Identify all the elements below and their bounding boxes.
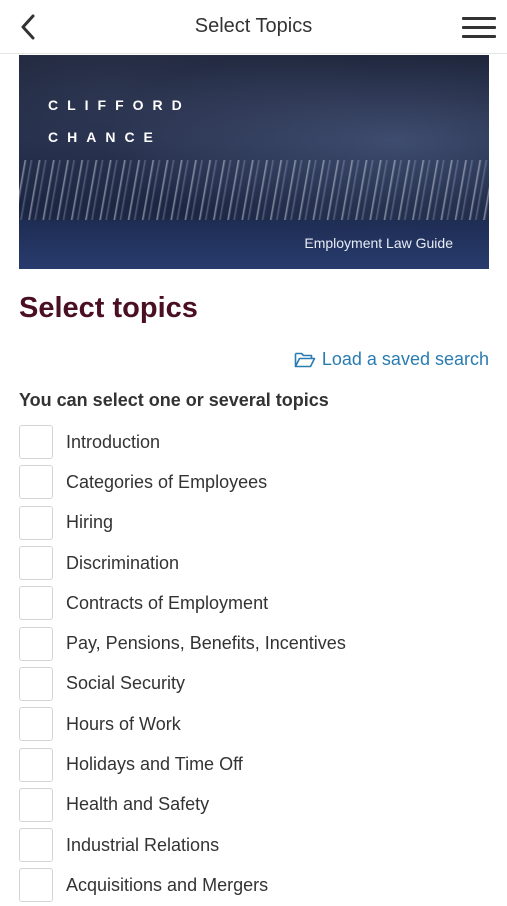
topic-checkbox[interactable] [19, 586, 53, 621]
topic-checkbox[interactable] [19, 425, 53, 460]
topic-checkbox[interactable] [19, 747, 53, 782]
topic-label: Categories of Employees [66, 471, 268, 492]
topic-checkbox[interactable] [19, 505, 53, 540]
topic-list: Introduction Categories of Employees Hir… [19, 422, 489, 906]
section-heading: Select topics [19, 292, 198, 324]
topic-label: Hours of Work [66, 713, 181, 734]
topic-label: Social Security [66, 673, 186, 694]
topic-checkbox[interactable] [19, 787, 53, 822]
topic-checkbox[interactable] [19, 465, 53, 500]
topic-checkbox[interactable] [19, 626, 53, 661]
topic-label: Pay, Pensions, Benefits, Incentives [66, 633, 346, 654]
topic-label: Industrial Relations [66, 834, 220, 855]
topic-row-introduction[interactable]: Introduction [19, 422, 489, 462]
topic-checkbox[interactable] [19, 707, 53, 742]
load-saved-search-link[interactable]: Load a saved search [294, 349, 489, 370]
brand-logo-line-2: CHANCE [48, 129, 162, 145]
topic-label: Contracts of Employment [66, 592, 269, 613]
page-title: Select Topics [194, 15, 313, 37]
topic-label: Discrimination [66, 552, 180, 573]
topic-label: Acquisitions and Mergers [66, 874, 269, 895]
hero-banner: CLIFFORD CHANCE Employment Law Guide [19, 55, 489, 269]
topic-label: Hiring [66, 512, 114, 533]
topic-label: Introduction [66, 431, 161, 452]
instruction-text: You can select one or several topics [19, 390, 329, 410]
topic-row-industrial-relations[interactable]: Industrial Relations [19, 825, 489, 865]
topic-checkbox[interactable] [19, 868, 53, 903]
topic-checkbox[interactable] [19, 828, 53, 863]
topic-label: Holidays and Time Off [66, 754, 243, 775]
topic-row-holidays[interactable]: Holidays and Time Off [19, 744, 489, 784]
topic-row-hiring[interactable]: Hiring [19, 503, 489, 543]
topic-label: Health and Safety [66, 794, 210, 815]
topic-row-contracts-of-employment[interactable]: Contracts of Employment [19, 583, 489, 623]
topic-row-categories-of-employees[interactable]: Categories of Employees [19, 462, 489, 502]
topic-row-pay-pensions[interactable]: Pay, Pensions, Benefits, Incentives [19, 623, 489, 663]
topic-checkbox[interactable] [19, 666, 53, 701]
hamburger-menu-icon [462, 16, 496, 20]
topic-checkbox[interactable] [19, 546, 53, 581]
topic-row-hours-of-work[interactable]: Hours of Work [19, 704, 489, 744]
menu-button[interactable] [461, 12, 497, 42]
load-saved-search-label: Load a saved search [321, 349, 489, 369]
top-bar: Select Topics [0, 0, 507, 54]
topic-row-health-and-safety[interactable]: Health and Safety [19, 785, 489, 825]
folder-open-icon [294, 352, 316, 367]
topic-row-discrimination[interactable]: Discrimination [19, 543, 489, 583]
topic-row-social-security[interactable]: Social Security [19, 664, 489, 704]
brand-logo-line-1: CLIFFORD [48, 97, 191, 113]
banner-caption: Employment Law Guide [304, 235, 453, 251]
